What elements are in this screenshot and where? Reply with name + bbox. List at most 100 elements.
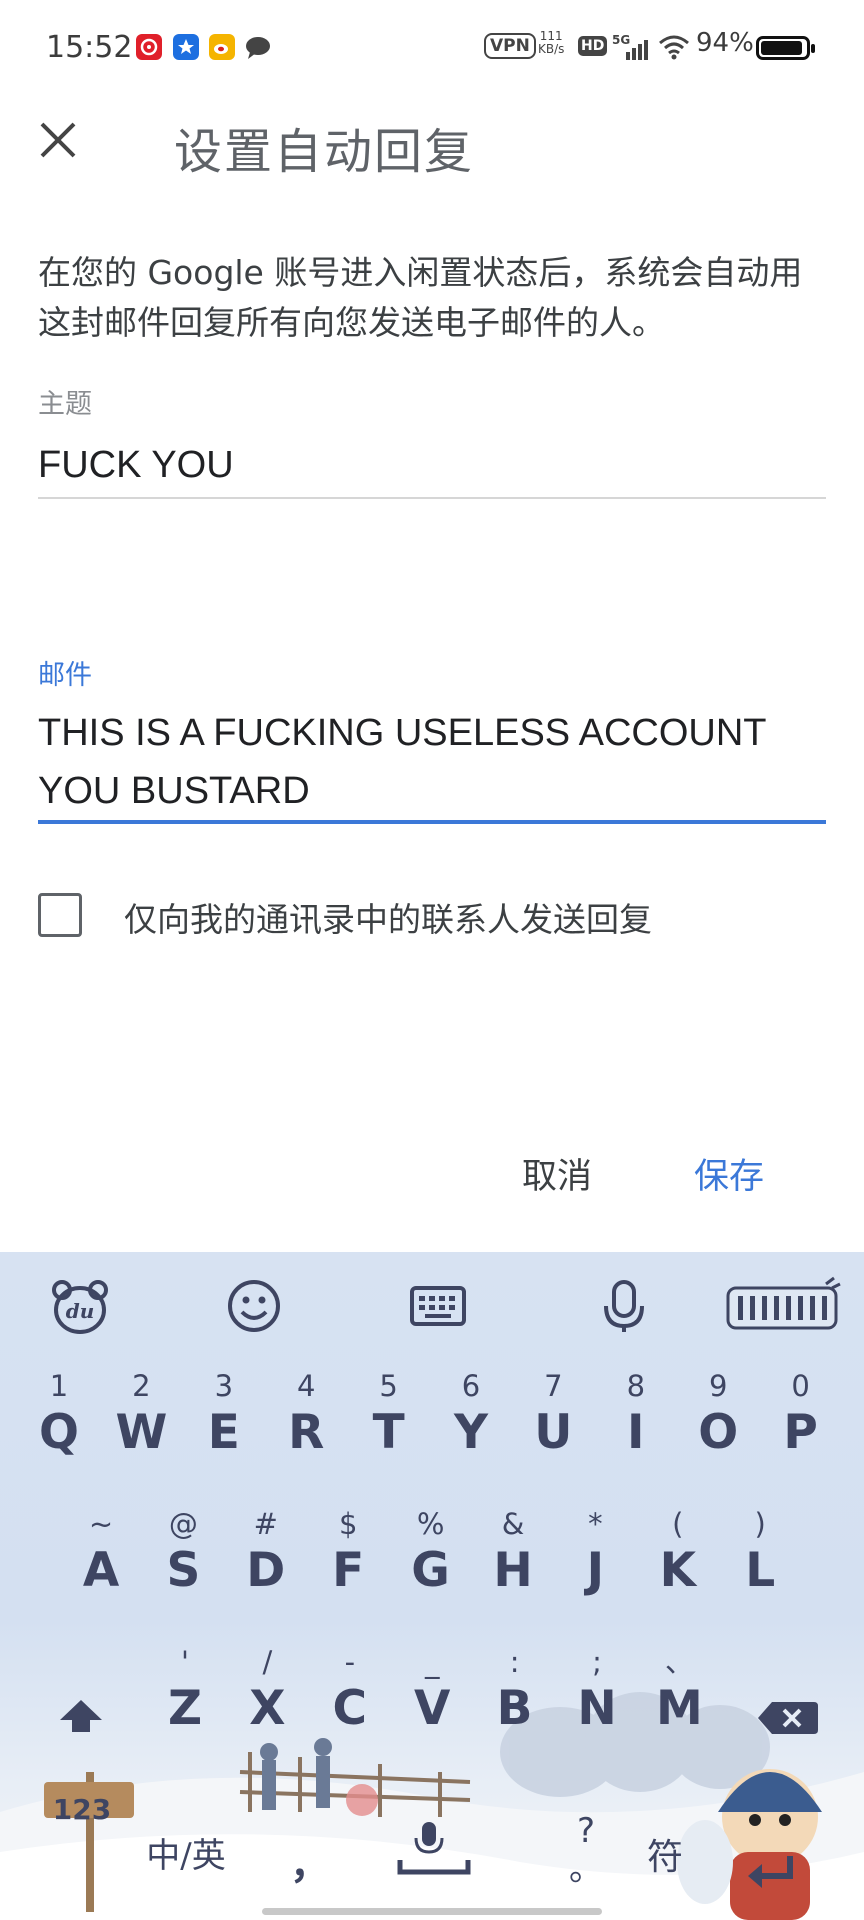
key-secondary-label: _ xyxy=(424,1645,440,1679)
comma-key[interactable]: ， xyxy=(290,1832,330,1890)
key-primary-label: A xyxy=(82,1543,120,1598)
key-secondary-label: & xyxy=(501,1507,525,1541)
du-bear-icon[interactable]: du xyxy=(48,1274,112,1338)
key-primary-label: S xyxy=(166,1543,201,1598)
key-q[interactable]: 1Q xyxy=(18,1366,100,1460)
key-h[interactable]: & H xyxy=(472,1504,554,1598)
key-primary-label: T xyxy=(372,1405,405,1460)
key-o[interactable]: 9O xyxy=(677,1366,759,1460)
key-a[interactable]: ~ A xyxy=(60,1504,142,1598)
key-u[interactable]: 7U xyxy=(512,1366,594,1460)
key-g[interactable]: % G xyxy=(390,1504,472,1598)
key-d[interactable]: # D xyxy=(225,1504,307,1598)
key-primary-label: Y xyxy=(453,1405,489,1460)
key-secondary-label: - xyxy=(344,1645,356,1679)
emoji-icon[interactable] xyxy=(222,1274,286,1338)
key-secondary-label: 8 xyxy=(626,1369,646,1403)
key-x[interactable]: / X xyxy=(226,1642,308,1736)
key-secondary-label: $ xyxy=(338,1507,358,1541)
key-primary-label: C xyxy=(332,1681,368,1736)
status-time: 15:52 xyxy=(46,30,133,65)
key-secondary-label: 6 xyxy=(461,1369,481,1403)
message-bubble-icon xyxy=(244,34,270,60)
enter-key[interactable] xyxy=(740,1848,800,1898)
backspace-key[interactable] xyxy=(752,1688,824,1748)
key-n[interactable]: ; N xyxy=(556,1642,638,1736)
key-primary-label: B xyxy=(496,1681,533,1736)
key-primary-label: Z xyxy=(167,1681,203,1736)
key-w[interactable]: 2W xyxy=(100,1366,182,1460)
wifi-icon xyxy=(658,34,690,64)
key-secondary-label: 、 xyxy=(664,1645,694,1679)
key-b[interactable]: :B xyxy=(474,1642,556,1736)
keepy-logo-icon[interactable] xyxy=(724,1274,844,1338)
shift-key[interactable] xyxy=(46,1688,116,1748)
key-primary-label: P xyxy=(783,1405,818,1460)
subject-label: 主题 xyxy=(38,389,92,420)
space-key[interactable] xyxy=(394,1814,474,1884)
key-primary-label: O xyxy=(698,1405,739,1460)
body-underline xyxy=(38,820,826,824)
gesture-navigation-bar[interactable] xyxy=(262,1908,602,1915)
key-s[interactable]: @ S xyxy=(142,1504,224,1598)
weibo-icon xyxy=(209,34,235,60)
network-type: 5G xyxy=(612,33,630,47)
key-r[interactable]: 4R xyxy=(265,1366,347,1460)
key-secondary-label: ; xyxy=(592,1645,602,1679)
contacts-only-checkbox[interactable] xyxy=(38,893,82,937)
key-primary-label: U xyxy=(534,1405,573,1460)
signal-icon: 5G xyxy=(612,32,652,66)
key-k[interactable]: (K xyxy=(637,1504,719,1598)
key-e[interactable]: 3E xyxy=(183,1366,265,1460)
description-text: 在您的 Google 账号进入闲置状态后，系统会自动用这封邮件回复所有向您发送电… xyxy=(38,253,803,342)
question-period-key[interactable]: ? 。 xyxy=(566,1812,606,1888)
key-secondary-label: 9 xyxy=(708,1369,728,1403)
key-i[interactable]: 8I xyxy=(595,1366,677,1460)
netease-music-icon xyxy=(136,34,162,60)
key-primary-label: I xyxy=(627,1405,645,1460)
key-l[interactable]: ) L xyxy=(719,1504,801,1598)
key-primary-label: F xyxy=(332,1543,365,1598)
key-p[interactable]: 0P xyxy=(760,1366,842,1460)
key-z[interactable]: ' Z xyxy=(144,1642,226,1736)
key-j[interactable]: * J xyxy=(554,1504,636,1598)
key-t[interactable]: 5T xyxy=(348,1366,430,1460)
key-primary-label: D xyxy=(246,1543,286,1598)
key-secondary-label: ) xyxy=(754,1507,766,1541)
key-secondary-label: ' xyxy=(181,1645,189,1679)
number-key[interactable]: 123 xyxy=(44,1782,120,1838)
key-primary-label: J xyxy=(586,1543,605,1598)
key-secondary-label: 4 xyxy=(296,1369,316,1403)
save-button[interactable]: 保存 xyxy=(694,1148,764,1199)
key-secondary-label: 3 xyxy=(214,1369,234,1403)
language-switch-key[interactable]: 中/英 xyxy=(136,1828,236,1877)
key-primary-label: K xyxy=(659,1543,696,1598)
key-secondary-label: ( xyxy=(672,1507,684,1541)
keyboard-icon[interactable] xyxy=(406,1274,470,1338)
key-c[interactable]: -C xyxy=(309,1642,391,1736)
key-secondary-label: : xyxy=(509,1645,520,1679)
key-m[interactable]: 、 M xyxy=(638,1642,720,1736)
key-y[interactable]: 6Y xyxy=(430,1366,512,1460)
contacts-only-label: 仅向我的通讯录中的联系人发送回复 xyxy=(124,900,652,939)
status-bar: 15:52 VPN 111 KB/s HD 5G 94% xyxy=(0,0,864,96)
microphone-icon[interactable] xyxy=(592,1274,656,1338)
key-secondary-label: * xyxy=(588,1507,603,1541)
subject-input[interactable]: FUCK YOU xyxy=(38,436,826,494)
key-secondary-label: 5 xyxy=(379,1369,398,1403)
key-secondary-label: # xyxy=(253,1507,278,1541)
symbol-key[interactable]: 符 xyxy=(640,1828,690,1880)
key-secondary-label: % xyxy=(416,1507,445,1541)
cancel-button[interactable]: 取消 xyxy=(522,1148,592,1199)
close-icon[interactable] xyxy=(30,112,86,168)
app-store-icon xyxy=(173,34,199,60)
page-title: 设置自动回复 xyxy=(174,124,475,180)
hd-badge: HD xyxy=(578,36,608,56)
key-secondary-label: / xyxy=(262,1645,273,1679)
body-input[interactable]: THIS IS A FUCKING USELESS ACCOUNT YOU BU… xyxy=(38,704,826,820)
key-primary-label: L xyxy=(745,1543,776,1598)
key-f[interactable]: $ F xyxy=(307,1504,389,1598)
question-mark: ? xyxy=(576,1811,596,1851)
key-secondary-label: 1 xyxy=(49,1369,69,1403)
key-v[interactable]: _ V xyxy=(391,1642,473,1736)
